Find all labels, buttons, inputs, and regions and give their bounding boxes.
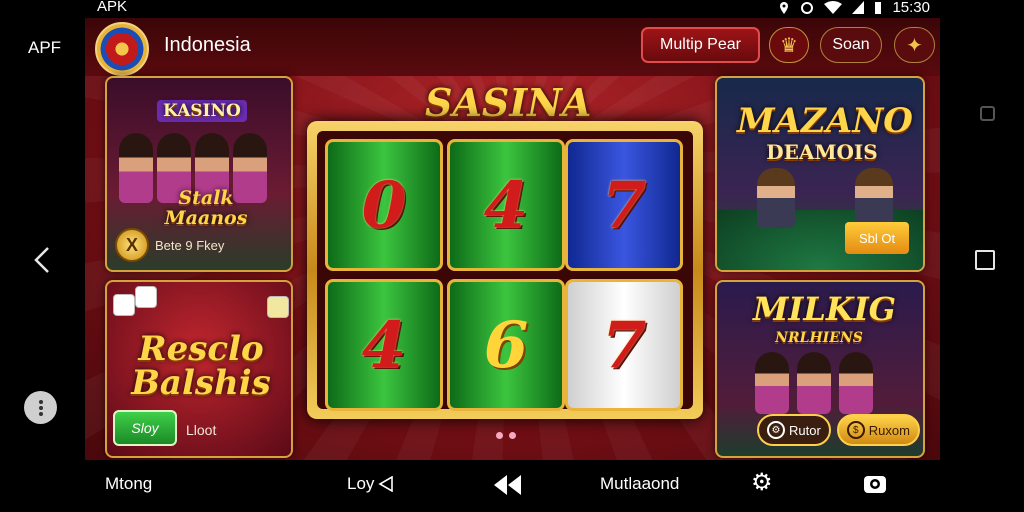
reels: 0 4 7 4 6 7: [317, 131, 693, 411]
game-card-mazano[interactable]: MAZANO DEAMOIS Sbl Ot: [715, 76, 925, 272]
reel-symbol: 4: [447, 139, 565, 271]
primary-header-button[interactable]: Multip Pear: [641, 27, 760, 63]
players-image: [757, 168, 893, 228]
coins-icon[interactable]: ✦: [894, 27, 935, 63]
nav-item[interactable]: Mtong: [105, 474, 152, 494]
system-left-rail: APF: [0, 0, 85, 512]
reel-symbol: 7: [565, 279, 683, 411]
reel-symbol: 0: [325, 139, 443, 271]
player-figure: [757, 168, 795, 228]
nav-item-label: Mutlaaond: [600, 474, 680, 493]
settings-icon[interactable]: ⚙: [751, 468, 773, 497]
player-figure: [755, 352, 789, 414]
card-title: MILKIG: [753, 290, 896, 328]
slot-title: SASINA: [425, 80, 592, 125]
reel-symbol: 4: [325, 279, 443, 411]
roulette-logo-icon[interactable]: [95, 22, 149, 76]
slot-machine[interactable]: 0 4 7 4 6 7: [307, 121, 703, 419]
action-pill[interactable]: $ Ruxom: [836, 414, 920, 446]
card-subtitle: DEAMOIS: [766, 140, 878, 164]
camera-icon[interactable]: [863, 472, 887, 494]
game-card-milkig[interactable]: MILKIG NRLHIENS ⚙ Rutor $ Ruxom: [715, 280, 925, 458]
reel-symbol: 7: [565, 139, 683, 271]
reel-symbol: 6: [447, 279, 565, 411]
region-label[interactable]: Indonesia: [164, 34, 251, 57]
status-time: 15:30: [892, 0, 930, 16]
card-title: Stalk Maanos: [164, 187, 248, 229]
search-button[interactable]: Soan: [820, 27, 882, 63]
alarm-icon: [801, 1, 814, 14]
carousel-dot[interactable]: [496, 432, 503, 439]
top-bar: Indonesia Multip Pear ♛ Soan ✦: [85, 18, 940, 76]
card-footer-label: Bete 9 Fkey: [155, 237, 225, 253]
player-figure: [839, 352, 873, 414]
nav-item-label: Loy: [347, 474, 375, 493]
nav-item-label: Mtong: [105, 474, 153, 493]
game-card-rescue[interactable]: Resclo Balshis Sloy Lloot: [105, 280, 293, 458]
card-title: Resclo Balshis: [131, 329, 271, 403]
signal-icon: [852, 1, 865, 14]
crown-icon[interactable]: ♛: [769, 27, 809, 63]
nav-item[interactable]: Loy: [347, 474, 394, 494]
carousel-dots[interactable]: [496, 432, 516, 439]
players-image: [755, 352, 873, 414]
card-title: MAZANO: [737, 101, 913, 141]
game-card-kasino[interactable]: KASINO Stalk Maanos X Bete 9 Fkey: [105, 76, 293, 272]
bottom-nav: Mtong Loy Mutlaaond ⚙: [85, 460, 940, 512]
status-app-label: APK: [97, 0, 128, 15]
triangle-icon: [378, 476, 394, 492]
settings-icon: ⚙: [767, 421, 785, 439]
dice-icon: [135, 286, 157, 308]
play-button[interactable]: Sloy: [113, 410, 177, 446]
carousel-dot[interactable]: [509, 432, 516, 439]
rewind-icon: [494, 475, 521, 495]
player-figure: [797, 352, 831, 414]
card-footer: X Bete 9 Fkey: [115, 228, 224, 262]
action-pill[interactable]: ⚙ Rutor: [757, 414, 831, 446]
status-icons: 15:30: [778, 0, 930, 16]
card-actions: ⚙ Rutor $ Ruxom: [757, 414, 920, 446]
recents-icon[interactable]: [975, 250, 995, 270]
nav-item[interactable]: [493, 474, 523, 496]
more-menu-icon[interactable]: [24, 391, 57, 424]
pill-label: Ruxom: [868, 422, 910, 438]
coin-icon: $: [846, 421, 865, 439]
nav-item[interactable]: Mutlaaond: [600, 474, 679, 494]
left-rail-label: APF: [28, 38, 62, 57]
play-button[interactable]: Sbl Ot: [845, 222, 909, 254]
dice-icon: [113, 294, 135, 316]
wifi-icon: [824, 1, 843, 14]
recents-small-icon[interactable]: [980, 106, 995, 121]
coin-icon[interactable]: X: [115, 228, 149, 262]
status-bar: APK 15:30: [85, 0, 940, 18]
battery-icon: [875, 1, 882, 14]
card-side-label: Lloot: [186, 422, 217, 438]
location-icon: [780, 1, 789, 14]
back-icon[interactable]: [30, 246, 54, 274]
card-subtitle: NRLHIENS: [775, 330, 863, 346]
pill-label: Rutor: [789, 422, 821, 438]
card-badge: KASINO: [157, 100, 247, 122]
casino-app: Indonesia Multip Pear ♛ Soan ✦ KASINO St…: [85, 18, 940, 460]
system-right-rail: [940, 0, 1024, 512]
dealer-figure: [119, 133, 153, 203]
player-figure: [855, 168, 893, 228]
dice-icon: [267, 296, 289, 318]
